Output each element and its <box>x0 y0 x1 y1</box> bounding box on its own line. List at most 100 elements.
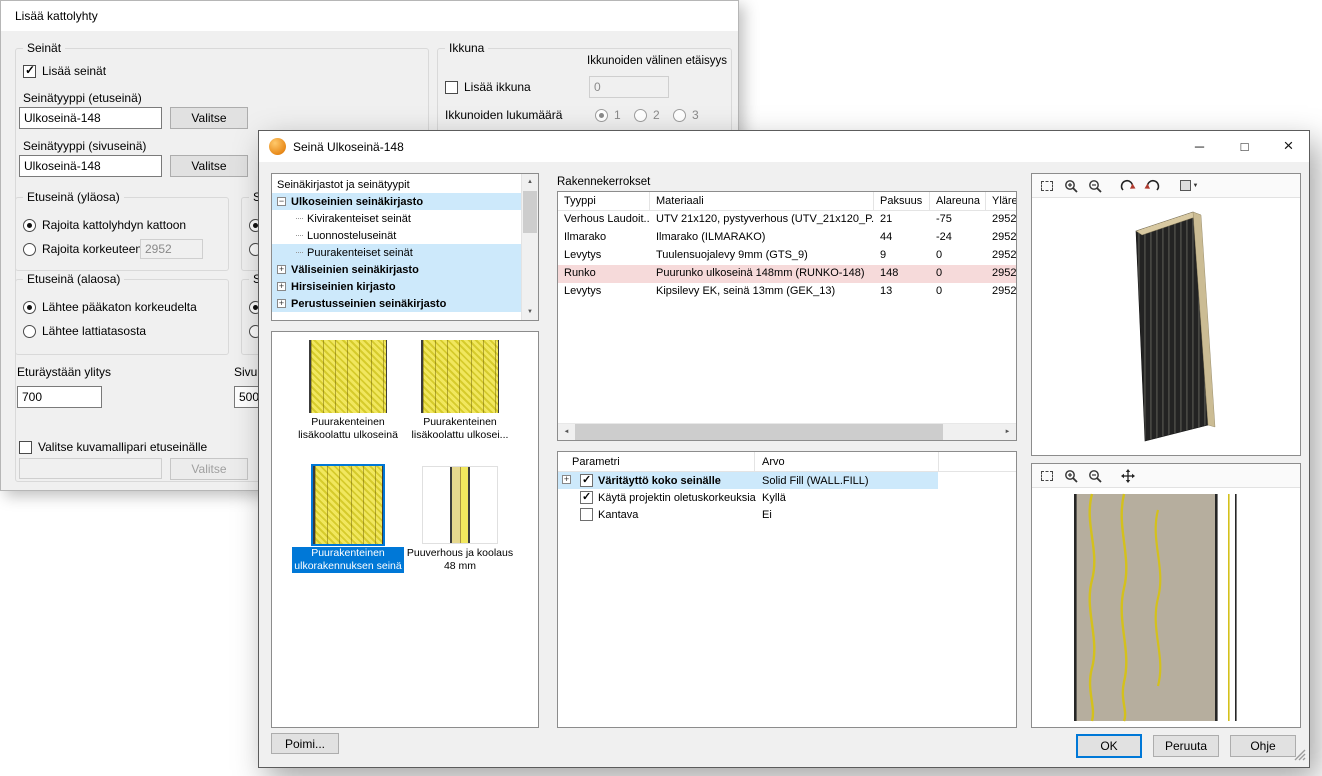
tree-item-masonry-walls[interactable]: Kivirakenteiset seinät <box>272 210 521 227</box>
tree-item-partition-library[interactable]: + Väliseinien seinäkirjasto <box>272 261 521 278</box>
layer-row[interactable]: Levytys Tuulensuojalevy 9mm (GTS_9) 9 0 … <box>558 247 1016 265</box>
rotate-left-icon[interactable] <box>1142 176 1162 196</box>
display-options-icon[interactable]: ▼ <box>1175 176 1203 196</box>
wall-dialog-title: Seinä Ulkoseinä-148 <box>293 140 404 154</box>
pattern-pair-label: Valitse kuvamallipari etuseinälle <box>38 440 207 454</box>
scrollbar-track[interactable] <box>575 424 999 440</box>
pattern-pair-checkbox[interactable]: Valitse kuvamallipari etuseinälle <box>19 440 207 454</box>
column-header-paksuus[interactable]: Paksuus <box>874 192 930 210</box>
start-from-main-roof-radio[interactable]: Lähtee pääkaton korkeudelta <box>23 300 197 314</box>
layer-row[interactable]: Ilmarako Ilmarako (ILMARAKO) 44 -24 2952 <box>558 229 1016 247</box>
maximize-button[interactable]: □ <box>1222 131 1267 161</box>
collapse-icon[interactable]: − <box>277 197 286 206</box>
tree-item-foundation-library[interactable]: + Perustusseinien seinäkirjasto <box>272 295 521 312</box>
zoom-window-icon[interactable] <box>1037 466 1057 486</box>
scroll-right-button[interactable]: ► <box>999 424 1016 440</box>
parameter-value[interactable]: Ei <box>762 509 772 521</box>
radio-dot <box>23 243 36 256</box>
wall-type-item-selected[interactable]: Puurakenteinen ulkorakennuksen seinä <box>292 466 404 573</box>
wall-dialog-titlebar[interactable]: Seinä Ulkoseinä-148 ─ □ × <box>259 131 1309 162</box>
cell-paksuus: 44 <box>874 229 930 247</box>
scroll-down-button[interactable]: ▼ <box>522 304 538 320</box>
close-button[interactable]: × <box>1266 131 1311 161</box>
column-divider[interactable] <box>938 452 939 471</box>
expand-icon[interactable]: + <box>562 475 571 484</box>
scrollbar-thumb[interactable] <box>523 191 537 233</box>
column-header-alareuna[interactable]: Alareuna <box>930 192 986 210</box>
expand-icon[interactable]: + <box>277 299 286 308</box>
add-walls-checkbox[interactable]: Lisää seinät <box>23 64 106 78</box>
column-header-tyyppi[interactable]: Tyyppi <box>558 192 650 210</box>
radio-label: 2 <box>653 108 660 122</box>
zoom-in-icon[interactable] <box>1061 466 1081 486</box>
tree-item-exterior-library[interactable]: − Ulkoseinien seinäkirjasto <box>272 193 521 210</box>
layer-row[interactable]: Verhous Laudoit... UTV 21x120, pystyverh… <box>558 211 1016 229</box>
start-from-floor-radio[interactable]: Lähtee lattiatasosta <box>23 324 146 338</box>
limit-to-dormer-roof-radio[interactable]: Rajoita kattolyhdyn kattoon <box>23 218 186 232</box>
wall-type-item[interactable]: Puurakenteinen lisäkoolattu ulkosei... <box>404 340 516 442</box>
layer-row[interactable]: Levytys Kipsilevy EK, seinä 13mm (GEK_13… <box>558 283 1016 301</box>
parameter-checkbox-unchecked[interactable] <box>580 508 593 521</box>
parameter-checkbox-checked[interactable] <box>580 491 593 504</box>
rotate-right-icon[interactable] <box>1118 176 1138 196</box>
parameter-checkbox-checked[interactable] <box>580 474 593 487</box>
add-window-checkbox[interactable]: Lisää ikkuna <box>445 80 531 94</box>
tree-item-timber-walls[interactable]: Puurakenteiset seinät <box>272 244 521 261</box>
tree-line <box>296 252 303 253</box>
minimize-button[interactable]: ─ <box>1177 131 1222 161</box>
parameter-value[interactable]: Solid Fill (WALL.FILL) <box>762 475 869 487</box>
limit-to-height-radio[interactable]: Rajoita korkeuteen: <box>23 242 145 256</box>
side-wall-type-input[interactable] <box>19 155 162 177</box>
parameter-value[interactable]: Kyllä <box>762 492 786 504</box>
parameter-row-fill[interactable]: + Väritäyttö koko seinälle Solid Fill (W… <box>558 472 1016 489</box>
pick-button[interactable]: Poimi... <box>271 733 339 754</box>
column-header-ylareuna[interactable]: Yläreuna <box>986 192 1016 210</box>
preview-2d-viewport[interactable] <box>1032 488 1300 727</box>
ok-button[interactable]: OK <box>1076 734 1142 758</box>
checkbox-box <box>19 441 32 454</box>
layers-hscrollbar[interactable]: ◄ ► <box>558 423 1016 440</box>
column-header-parametri[interactable]: Parametri <box>572 456 620 468</box>
scroll-left-button[interactable]: ◄ <box>558 424 575 440</box>
side-wall-select-button[interactable]: Valitse <box>170 155 248 177</box>
zoom-out-icon[interactable] <box>1085 466 1105 486</box>
front-wall-select-button[interactable]: Valitse <box>170 107 248 129</box>
parameter-row-default-heights[interactable]: Käytä projektin oletuskorkeuksia Kyllä <box>558 489 1016 506</box>
tree-item-sketch-walls[interactable]: Luonnosteluseinät <box>272 227 521 244</box>
zoom-in-icon[interactable] <box>1061 176 1081 196</box>
scroll-up-button[interactable]: ▲ <box>522 174 538 190</box>
wall-type-item[interactable]: Puuverhous ja koolaus 48 mm <box>404 466 516 573</box>
radio-label: Lähtee pääkaton korkeudelta <box>42 300 197 314</box>
layer-row-selected[interactable]: Runko Puurunko ulkoseinä 148mm (RUNKO-14… <box>558 265 1016 283</box>
column-header-arvo[interactable]: Arvo <box>762 456 785 468</box>
tree-line <box>296 218 303 219</box>
wall-type-item[interactable]: Puurakenteinen lisäkoolattu ulkoseinä <box>292 340 404 442</box>
parameter-row-loadbearing[interactable]: Kantava Ei <box>558 506 1016 523</box>
expand-icon[interactable]: + <box>277 282 286 291</box>
scrollbar-thumb[interactable] <box>575 424 943 440</box>
tree-scrollbar[interactable]: ▲ ▼ <box>521 174 538 320</box>
resize-grip-icon[interactable] <box>1294 749 1306 764</box>
cancel-button[interactable]: Peruuta <box>1153 735 1219 757</box>
help-button[interactable]: Ohje <box>1230 735 1296 757</box>
tree-item-log-library[interactable]: + Hirsiseinien kirjasto <box>272 278 521 295</box>
tree-item-label: Luonnosteluseinät <box>307 230 396 242</box>
layers-table-header: Tyyppi Materiaali Paksuus Alareuna Yläre… <box>558 192 1016 211</box>
tree-item-root[interactable]: Seinäkirjastot ja seinätyypit <box>272 176 521 193</box>
preview-3d-viewport[interactable] <box>1032 198 1300 455</box>
column-header-materiaali[interactable]: Materiaali <box>650 192 874 210</box>
dormer-titlebar[interactable]: Lisää kattolyhty <box>1 1 738 31</box>
cell-paksuus: 21 <box>874 211 930 229</box>
pan-icon[interactable] <box>1118 466 1138 486</box>
front-eaves-input[interactable] <box>17 386 102 408</box>
radio-dot <box>634 109 647 122</box>
front-wall-type-input[interactable] <box>19 107 162 129</box>
zoom-window-icon[interactable] <box>1037 176 1057 196</box>
expand-icon[interactable]: + <box>277 265 286 274</box>
walls-groupbox-label: Seinät <box>23 41 65 55</box>
radio-label: 1 <box>614 108 621 122</box>
column-divider[interactable] <box>754 452 755 471</box>
cell-ylareuna: 2952 <box>986 283 1016 301</box>
zoom-out-icon[interactable] <box>1085 176 1105 196</box>
cell-alareuna: 0 <box>930 247 986 265</box>
